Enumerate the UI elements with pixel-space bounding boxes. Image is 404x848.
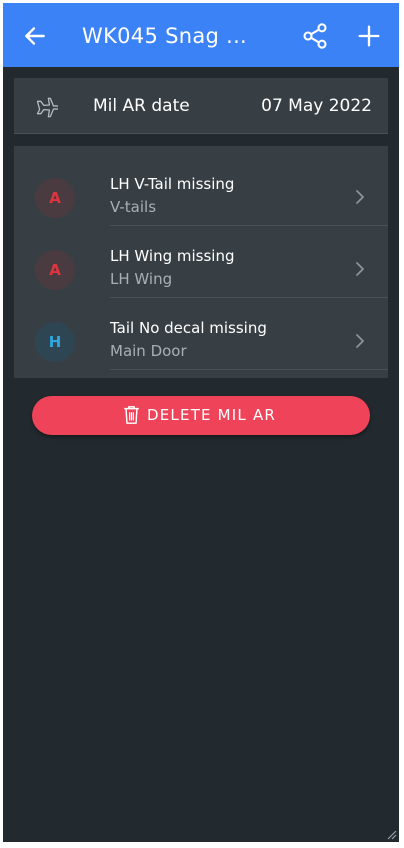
category-badge: H bbox=[35, 322, 75, 362]
snag-location: Main Door bbox=[110, 342, 187, 360]
plus-icon[interactable] bbox=[355, 22, 383, 50]
trash-icon bbox=[124, 406, 139, 424]
list-item[interactable]: H Tail No decal missing Main Door bbox=[14, 298, 388, 370]
delete-mil-ar-button[interactable]: DELETE MIL AR bbox=[32, 396, 370, 435]
snag-title: Tail No decal missing bbox=[110, 319, 267, 337]
date-label: Mil AR date bbox=[93, 96, 190, 116]
divider bbox=[110, 369, 388, 370]
arrow-left-icon[interactable] bbox=[22, 23, 48, 49]
list-item[interactable]: A LH Wing missing LH Wing bbox=[14, 226, 388, 298]
category-badge: A bbox=[35, 178, 75, 218]
list-item[interactable]: A LH V-Tail missing V-tails bbox=[14, 154, 388, 226]
chevron-right-icon bbox=[356, 190, 364, 204]
snag-title: LH Wing missing bbox=[110, 247, 235, 265]
resize-handle-icon[interactable] bbox=[385, 828, 397, 840]
app-bar: WK045 Snag ... bbox=[3, 3, 399, 67]
airplane-icon bbox=[36, 97, 58, 118]
chevron-right-icon bbox=[356, 334, 364, 348]
delete-button-label: DELETE MIL AR bbox=[147, 406, 277, 424]
category-badge: A bbox=[35, 250, 75, 290]
date-value: 07 May 2022 bbox=[261, 96, 372, 116]
page-title: WK045 Snag ... bbox=[82, 24, 248, 48]
chevron-right-icon bbox=[356, 262, 364, 276]
app-screen: WK045 Snag ... Mil AR date 07 May 2022 A… bbox=[3, 3, 399, 842]
snag-list: A LH V-Tail missing V-tails A LH Wing mi… bbox=[14, 146, 388, 378]
share-icon[interactable] bbox=[301, 22, 329, 50]
snag-location: V-tails bbox=[110, 198, 157, 216]
snag-title: LH V-Tail missing bbox=[110, 175, 235, 193]
mil-ar-date-row: Mil AR date 07 May 2022 bbox=[14, 78, 388, 134]
snag-location: LH Wing bbox=[110, 270, 173, 288]
